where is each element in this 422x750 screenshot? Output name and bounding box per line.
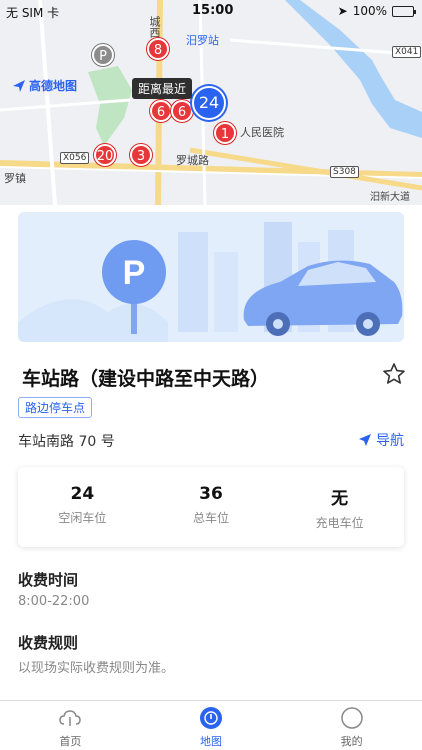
tab-bar: 首页 地图 我的 [0, 700, 422, 750]
compass-icon [200, 707, 222, 729]
stat-label: 空闲车位 [58, 511, 107, 525]
fee-time-value: 8:00-22:00 [18, 594, 90, 609]
stat-value: 24 [70, 484, 95, 504]
tab-profile-label: 我的 [340, 735, 363, 748]
parking-type-tag: 路边停车点 [18, 397, 93, 418]
map-tooltip: 距离最近 [132, 78, 193, 99]
navigate-arrow-icon [359, 434, 371, 446]
map-pin-gray[interactable]: P [92, 44, 114, 66]
battery-icon [392, 5, 416, 17]
map-pin-6a[interactable]: 6 [150, 100, 172, 122]
tab-home-label: 首页 [59, 735, 82, 748]
map-pin-24-selected[interactable]: 24 [192, 86, 226, 120]
road-sign-x056: X056 [60, 152, 90, 164]
map-pin-20[interactable]: 20 [94, 144, 116, 166]
parking-banner: P [18, 212, 404, 342]
stat-value: 36 [199, 484, 223, 504]
stat-value: 无 [331, 489, 349, 509]
tab-home[interactable]: 首页 [0, 701, 141, 750]
favorite-star-icon[interactable] [382, 362, 406, 386]
road-sign-s308: S308 [330, 166, 359, 178]
map-label-road: 罗城路 [176, 154, 209, 167]
place-title: 车站路（建设中路至中天路） [22, 368, 270, 390]
profile-icon [340, 707, 363, 729]
screen: 无 SIM 卡 15:00 ➤ 100% 城西北 汨罗站 人民医院 罗城路 罗镇… [0, 0, 422, 750]
stat-total-spaces: 36 总车位 [147, 467, 276, 547]
battery-percent: 100% [352, 4, 387, 18]
status-right: ➤ 100% [337, 4, 416, 18]
parking-stats-card: 24 空闲车位 36 总车位 无 充电车位 [18, 467, 404, 547]
map-pin-1[interactable]: 1 [214, 122, 236, 144]
home-cloud-icon [59, 710, 82, 726]
location-icon: ➤ [337, 4, 348, 18]
place-address: 车站南路 70 号 [18, 434, 115, 450]
stat-charging-spaces: 无 充电车位 [275, 467, 404, 547]
fee-time-title: 收费时间 [18, 571, 79, 589]
map-pin-6b[interactable]: 6 [171, 100, 193, 122]
map-pin-8[interactable]: 8 [147, 38, 169, 60]
map-pin-3[interactable]: 3 [130, 144, 152, 166]
parking-illustration: P [18, 222, 403, 342]
navigate-label: 导航 [376, 433, 404, 449]
stat-label: 充电车位 [315, 516, 364, 530]
status-time: 15:00 [192, 3, 234, 18]
amap-logo: 高德地图 [12, 77, 77, 94]
svg-text:P: P [123, 254, 146, 292]
fee-rule-title: 收费规则 [18, 634, 79, 652]
map-label-town: 罗镇 [4, 172, 26, 185]
tab-profile[interactable]: 我的 [281, 701, 422, 750]
amap-arrow-icon [13, 79, 25, 92]
map-label-road3: 汨新大道 [370, 192, 410, 203]
stat-label: 总车位 [193, 511, 230, 525]
stat-free-spaces: 24 空闲车位 [18, 467, 147, 547]
navigate-button[interactable]: 导航 [358, 430, 404, 450]
tab-map-label: 地图 [200, 735, 222, 748]
status-bar: 无 SIM 卡 15:00 ➤ 100% [0, 0, 422, 22]
map-label-hospital: 人民医院 [240, 126, 284, 139]
road-sign-x041: X041 [392, 46, 422, 58]
carrier-label: 无 SIM 卡 [6, 6, 60, 20]
fee-rule-value: 以现场实际收费规则为准。 [18, 661, 175, 676]
amap-brand: 高德地图 [29, 79, 78, 93]
tab-map[interactable]: 地图 [141, 701, 282, 750]
map-view[interactable]: 无 SIM 卡 15:00 ➤ 100% 城西北 汨罗站 人民医院 罗城路 罗镇… [0, 0, 422, 205]
map-label-station: 汨罗站 [186, 34, 219, 47]
